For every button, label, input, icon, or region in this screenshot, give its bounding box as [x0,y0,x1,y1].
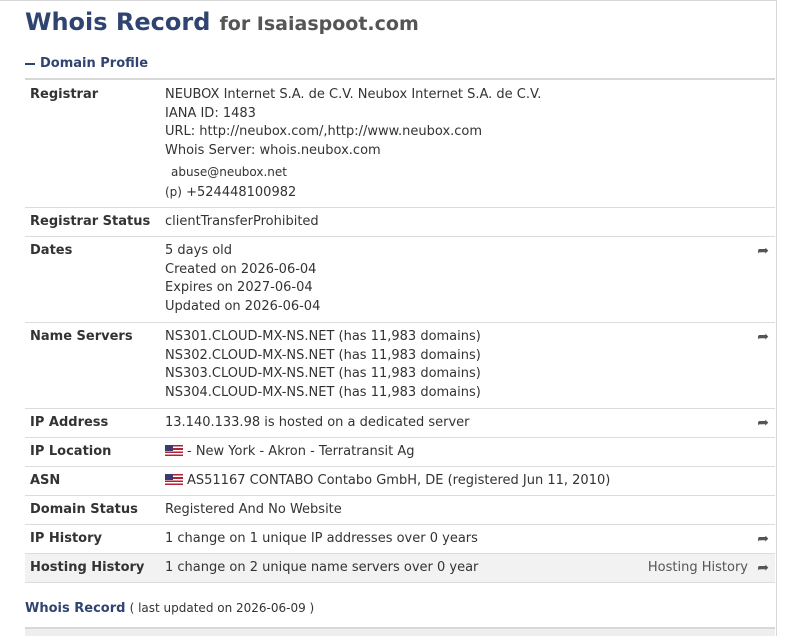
row-ip-history: IP History 1 change on 1 unique IP addre… [25,525,775,554]
registrar-phone: (p) +524448100982 [165,183,541,203]
registrar-whois-server: Whois Server: whois.neubox.com [165,143,381,159]
name-server-link[interactable]: NS304.CLOUD-MX-NS.NET (has 11,983 domain… [165,384,481,403]
row-domain-status: Domain Status Registered And No Website [25,496,775,525]
domain-profile-label: Domain Profile [40,56,149,71]
page-title-domain: for Isaiaspoot.com [219,13,419,35]
registrar-url[interactable]: URL: http://neubox.com/,http://www.neubo… [165,123,541,142]
row-value: clientTransferProhibited [165,214,319,229]
row-label: Hosting History [30,560,145,575]
name-server-link[interactable]: NS302.CLOUD-MX-NS.NET (has 11,983 domain… [165,347,481,366]
row-hosting-history: Hosting History 1 change on 2 unique nam… [25,554,775,583]
share-arrow-icon[interactable]: ➦ [757,530,769,549]
us-flag-icon [165,474,183,485]
name-servers-value: NS301.CLOUD-MX-NS.NET (has 11,983 domain… [165,328,481,403]
row-label: IP History [30,531,102,546]
registrar-name: NEUBOX Internet S.A. de C.V. Neubox Inte… [165,87,542,102]
domain-profile-table: Registrar NEUBOX Internet S.A. de C.V. N… [25,82,775,583]
whois-record-box [25,627,775,636]
date-created: Created on 2026-06-04 [165,261,317,277]
name-server-link[interactable]: NS303.CLOUD-MX-NS.NET (has 11,983 domain… [165,365,481,384]
dates-value: 5 days old Created on 2026-06-04 Expires… [165,242,320,317]
row-registrar: Registrar NEUBOX Internet S.A. de C.V. N… [25,82,775,208]
phone-prefix: (p) [165,184,182,199]
phone-number: +524448100982 [186,184,297,200]
right-border [776,0,777,636]
row-value: AS51167 CONTABO Contabo GmbH, DE (regist… [187,473,611,488]
name-server-link[interactable]: NS301.CLOUD-MX-NS.NET (has 11,983 domain… [165,328,481,347]
share-arrow-icon[interactable]: ➦ [757,328,769,347]
row-value: 13.140.133.98 is hosted on a dedicated s… [165,415,470,430]
last-updated: ( last updated on 2026-06-09 ) [129,601,315,615]
date-expires: Expires on 2027-06-04 [165,280,313,296]
top-border [0,0,776,1]
row-ip-location: IP Location - New York - Akron - Terratr… [25,438,775,467]
whois-record-link[interactable]: Whois Record [25,601,125,616]
registrar-iana: IANA ID: 1483 [165,105,256,121]
row-value: 1 change on 1 unique IP addresses over 0… [165,531,478,546]
registrar-value: NEUBOX Internet S.A. de C.V. Neubox Inte… [165,86,541,202]
row-value: Registered And No Website [165,502,342,517]
hosting-history-link[interactable]: Hosting History [648,559,748,578]
row-label: Name Servers [30,329,133,344]
whois-record-footer: Whois Record ( last updated on 2026-06-0… [25,601,314,616]
page-title-main: Whois Record [25,8,211,36]
ip-location-value: - New York - Akron - Terratransit Ag [165,443,415,462]
share-arrow-icon[interactable]: ➦ [757,242,769,261]
registrar-email: abuse@neubox.net [171,164,288,179]
row-value: - New York - Akron - Terratransit Ag [187,444,415,459]
row-label: Dates [30,243,73,258]
row-ip-address: IP Address 13.140.133.98 is hosted on a … [25,409,775,438]
asn-value: AS51167 CONTABO Contabo GmbH, DE (regist… [165,472,610,491]
page-title: Whois Record for Isaiaspoot.com [25,8,419,36]
row-dates: Dates 5 days old Created on 2026-06-04 E… [25,237,775,323]
row-label: Registrar [30,87,99,102]
row-label: ASN [30,473,61,488]
row-label: Registrar Status [30,214,151,229]
row-registrar-status: Registrar Status clientTransferProhibite… [25,208,775,237]
domain-profile-toggle[interactable]: Domain Profile [25,56,775,80]
date-age: 5 days old [165,243,233,258]
row-name-servers: Name Servers NS301.CLOUD-MX-NS.NET (has … [25,323,775,409]
minus-icon [25,63,35,65]
share-arrow-icon[interactable]: ➦ [757,414,769,433]
row-label: Domain Status [30,502,138,517]
row-label: IP Address [30,415,109,430]
row-label: IP Location [30,444,112,459]
share-arrow-icon[interactable]: ➦ [757,559,769,578]
row-value: 1 change on 2 unique name servers over 0… [165,560,479,575]
row-asn: ASN AS51167 CONTABO Contabo GmbH, DE (re… [25,467,775,496]
date-updated: Updated on 2026-06-04 [165,299,321,315]
us-flag-icon [165,445,183,456]
